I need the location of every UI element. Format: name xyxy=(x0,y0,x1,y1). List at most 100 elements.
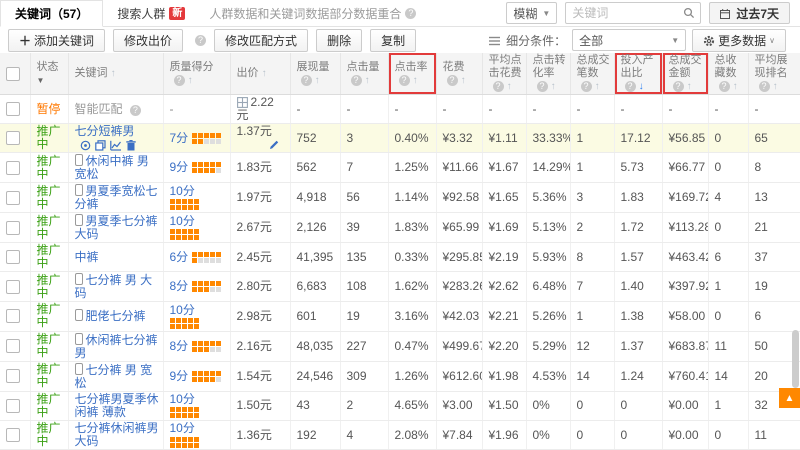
edit-bid-pencil-icon[interactable] xyxy=(268,138,280,151)
copy-icon[interactable] xyxy=(95,138,106,151)
column-header-7[interactable]: 花费 ? ↑ xyxy=(436,53,482,95)
info-icon[interactable]: ? xyxy=(130,105,141,116)
keyword-link[interactable]: 七分裤休闲裤男 大码 xyxy=(75,421,159,448)
sort-up-icon[interactable]: ↑ xyxy=(111,68,116,79)
sort-up-icon[interactable]: ↑ xyxy=(507,81,512,92)
table-row[interactable]: 推广中休闲中裤 男宽松9分1.83元56271.25%¥11.66¥1.6714… xyxy=(0,153,800,183)
select-all-checkbox[interactable] xyxy=(6,67,20,81)
sort-up-icon[interactable]: ↑ xyxy=(413,75,418,86)
column-header-6[interactable]: 点击率 ? ↑ xyxy=(388,53,436,95)
keyword-link[interactable]: 七分裤 男 宽松 xyxy=(75,363,153,390)
column-header-8[interactable]: 平均点击花费 ? ↑ xyxy=(482,53,526,95)
filter-select[interactable]: 全部 ▼ xyxy=(572,29,686,51)
keyword-link[interactable]: 肥佬七分裤 xyxy=(86,309,146,323)
sort-up-icon[interactable]: ↑ xyxy=(365,75,370,86)
info-icon[interactable]: ? xyxy=(759,81,770,92)
table-row[interactable]: 推广中七分裤 男 宽松9分1.54元24,5463091.26%¥612.60¥… xyxy=(0,361,800,391)
sort-up-icon[interactable]: ↑ xyxy=(733,81,738,92)
column-header-14[interactable]: 平均展现排名 ? ↑ xyxy=(748,53,800,95)
row-checkbox[interactable] xyxy=(6,309,20,323)
sort-down-icon[interactable]: ↓ xyxy=(639,81,644,92)
sort-up-icon[interactable]: ↑ xyxy=(551,81,556,92)
column-header-3[interactable]: 出价 ↑ xyxy=(230,53,290,95)
column-header-5[interactable]: 点击量 ? ↑ xyxy=(340,53,388,95)
row-checkbox[interactable] xyxy=(6,339,20,353)
add-keyword-button[interactable]: ＋添加关键词 xyxy=(8,29,105,52)
info-icon[interactable]: ? xyxy=(625,81,636,92)
more-data-button[interactable]: 更多数据 ∨ xyxy=(692,29,786,52)
info-icon[interactable]: ? xyxy=(447,75,458,86)
sort-up-icon[interactable]: ↑ xyxy=(773,81,778,92)
column-header-0[interactable]: 状态 ▼ xyxy=(30,53,68,95)
table-row[interactable]: 暂停智能匹配 ?-2.22元----------- xyxy=(0,95,800,124)
row-checkbox[interactable] xyxy=(6,428,20,442)
tab-keywords[interactable]: 关键词（57） xyxy=(0,0,103,27)
table-row[interactable]: 推广中男夏季七分裤 大码10分2.67元2,126391.83%¥65.99¥1… xyxy=(0,213,800,243)
column-header-11[interactable]: 投入产出比 ? ↓ xyxy=(614,53,662,95)
edit-bid-button[interactable]: 修改出价 xyxy=(113,29,183,52)
filter-caret-icon[interactable]: ▼ xyxy=(37,76,45,85)
table-row[interactable]: 推广中七分裤 男 大码8分2.80元6,6831081.62%¥283.26¥2… xyxy=(0,272,800,302)
table-row[interactable]: 推广中中裤6分2.45元41,3951350.33%¥295.85¥2.195.… xyxy=(0,243,800,272)
table-row[interactable]: 推广中休闲裤七分裤男8分2.16元48,0352270.47%¥499.67¥2… xyxy=(0,331,800,361)
edit-match-button[interactable]: 修改匹配方式 xyxy=(214,29,308,52)
keyword-link[interactable]: 休闲中裤 男宽松 xyxy=(75,154,149,181)
info-icon[interactable]: ? xyxy=(673,81,684,92)
info-icon[interactable]: ? xyxy=(537,81,548,92)
sort-up-icon[interactable]: ↑ xyxy=(461,75,466,86)
table-row[interactable]: 推广中七分裤休闲裤男 大码10分1.36元19242.08%¥7.84¥1.96… xyxy=(0,420,800,449)
column-header-1[interactable]: 关键词 ↑ xyxy=(68,53,163,95)
sort-up-icon[interactable]: ↑ xyxy=(188,75,193,86)
search-icon[interactable] xyxy=(678,3,700,23)
keyword-link[interactable]: 休闲裤七分裤男 xyxy=(75,333,158,360)
row-checkbox[interactable] xyxy=(6,280,20,294)
info-icon[interactable]: ? xyxy=(351,75,362,86)
sort-up-icon[interactable]: ↑ xyxy=(262,68,267,79)
match-mode-dropdown[interactable]: 模糊 ▼ xyxy=(506,2,557,24)
delete-button[interactable]: 删除 xyxy=(316,29,362,52)
info-icon[interactable]: ? xyxy=(493,81,504,92)
metric-cell: - xyxy=(482,95,526,124)
row-checkbox[interactable] xyxy=(6,221,20,235)
keyword-link[interactable]: 七分裤 男 大码 xyxy=(75,273,153,300)
keyword-link[interactable]: 男夏季七分裤 大码 xyxy=(75,214,158,241)
column-header-2[interactable]: 质量得分 ? ↑ xyxy=(163,53,230,95)
vertical-scrollbar-thumb[interactable] xyxy=(792,330,799,388)
report-chart-icon[interactable] xyxy=(110,138,122,151)
target-bid-icon[interactable] xyxy=(80,138,91,151)
table-row[interactable]: 推广中七分短裤男7分1.37元75230.40%¥3.32¥1.1133.33%… xyxy=(0,124,800,153)
keyword-link[interactable]: 七分裤男夏季休闲裤 薄款 xyxy=(75,392,159,419)
sort-up-icon[interactable]: ↑ xyxy=(595,81,600,92)
table-row[interactable]: 推广中七分裤男夏季休闲裤 薄款10分1.50元4324.65%¥3.00¥1.5… xyxy=(0,391,800,420)
sort-up-icon[interactable]: ↑ xyxy=(687,81,692,92)
row-checkbox[interactable] xyxy=(6,161,20,175)
back-to-top-button[interactable]: ▲ xyxy=(779,388,800,408)
info-icon[interactable]: ? xyxy=(719,81,730,92)
column-header-12[interactable]: 总成交金额 ? ↑ xyxy=(662,53,708,95)
info-icon[interactable]: ? xyxy=(301,75,312,86)
info-icon[interactable]: ? xyxy=(399,75,410,86)
row-checkbox[interactable] xyxy=(6,369,20,383)
trash-icon[interactable] xyxy=(126,138,136,151)
info-icon[interactable]: ? xyxy=(581,81,592,92)
date-range-button[interactable]: 过去7天 xyxy=(709,2,790,24)
info-icon[interactable]: ? xyxy=(174,75,185,86)
keyword-link[interactable]: 七分短裤男 xyxy=(75,124,135,138)
copy-button[interactable]: 复制 xyxy=(370,29,416,52)
column-header-13[interactable]: 总收藏数 ? ↑ xyxy=(708,53,748,95)
column-header-4[interactable]: 展现量 ? ↑ xyxy=(290,53,340,95)
row-checkbox[interactable] xyxy=(6,191,20,205)
row-checkbox[interactable] xyxy=(6,250,20,264)
column-header-9[interactable]: 点击转化率 ? ↑ xyxy=(526,53,570,95)
table-row[interactable]: 推广中肥佬七分裤10分2.98元601193.16%¥42.03¥2.215.2… xyxy=(0,302,800,331)
column-header-10[interactable]: 总成交笔数 ? ↑ xyxy=(570,53,614,95)
row-checkbox[interactable] xyxy=(6,399,20,413)
keyword-link[interactable]: 中裤 xyxy=(75,250,99,264)
sort-up-icon[interactable]: ↑ xyxy=(315,75,320,86)
tab-audience[interactable]: 搜索人群 新 xyxy=(103,0,199,26)
table-row[interactable]: 推广中男夏季宽松七分裤10分1.97元4,918561.14%¥92.58¥1.… xyxy=(0,183,800,213)
keyword-link[interactable]: 男夏季宽松七分裤 xyxy=(75,184,158,211)
row-checkbox[interactable] xyxy=(6,131,20,145)
row-checkbox[interactable] xyxy=(6,102,20,116)
search-input[interactable] xyxy=(566,5,678,21)
